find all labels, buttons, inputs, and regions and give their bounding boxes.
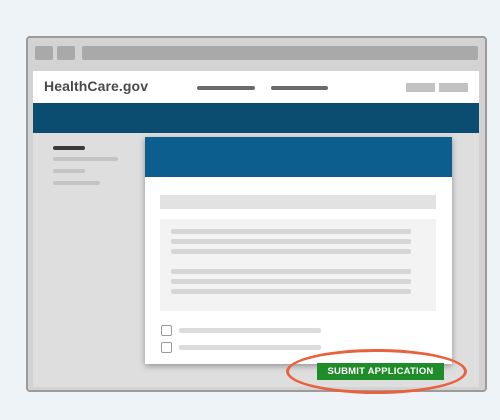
checkbox-icon[interactable] [161,325,172,336]
site-header-band [33,103,479,133]
browser-button-icon[interactable] [35,46,53,60]
sidebar-item[interactable] [53,181,100,185]
application-modal [145,137,452,364]
browser-button-icon[interactable] [57,46,75,60]
header-button[interactable] [406,83,435,92]
header-button[interactable] [439,83,468,92]
text-line [171,289,411,294]
site-logo[interactable]: HealthCare.gov [44,78,148,94]
sidebar-item[interactable] [53,169,85,173]
modal-title-placeholder [160,195,436,209]
modal-header [145,137,452,177]
address-bar[interactable] [82,46,478,60]
nav-link[interactable] [271,86,328,90]
modal-content-panel [160,219,436,311]
sidebar-item[interactable] [53,157,118,161]
site-header: HealthCare.gov [33,71,479,103]
submit-application-button[interactable]: SUBMIT APPLICATION [317,363,444,380]
checkbox-label [179,328,321,333]
nav-link[interactable] [197,86,255,90]
sidebar-item[interactable] [53,146,85,150]
checkbox-icon[interactable] [161,342,172,353]
text-line [171,249,411,254]
text-line [171,279,411,284]
text-line [171,239,411,244]
text-line [171,229,411,234]
text-line [171,269,411,274]
checkbox-label [179,345,321,350]
